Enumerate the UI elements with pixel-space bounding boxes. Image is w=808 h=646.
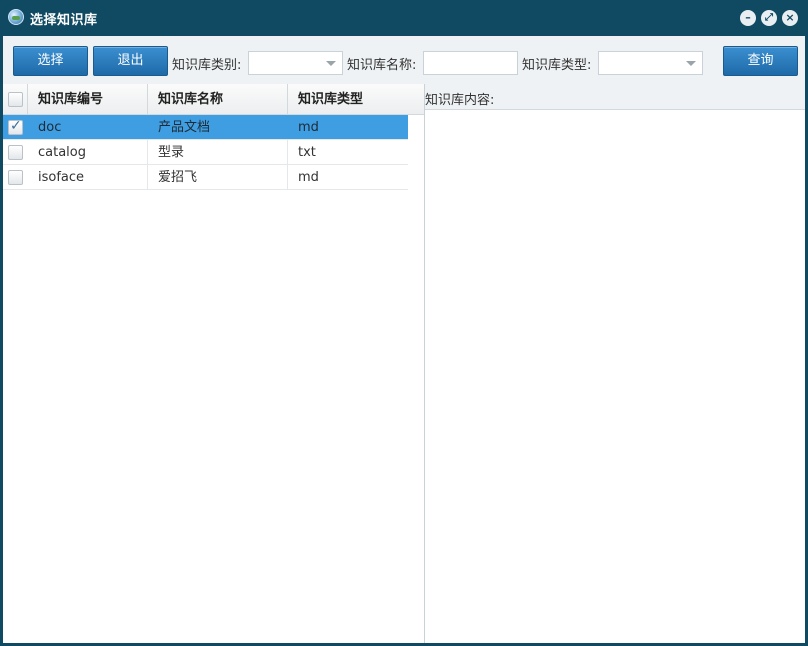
maximize-icon[interactable]: ⤢ [761, 10, 777, 26]
exit-button[interactable]: 退出 [93, 46, 168, 76]
content-area[interactable] [425, 110, 805, 643]
table-row[interactable]: doc 产品文档 md [3, 115, 408, 140]
cell-name: 产品文档 [148, 115, 288, 139]
close-icon[interactable]: × [782, 10, 798, 26]
cell-type: txt [298, 145, 316, 160]
chevron-down-icon[interactable] [686, 61, 696, 66]
row-checkbox[interactable] [8, 118, 23, 135]
name-input[interactable] [423, 51, 518, 75]
select-all-cell [3, 84, 28, 115]
table-row[interactable]: catalog 型录 txt [3, 140, 408, 165]
category-select[interactable] [248, 51, 343, 75]
cell-type: md [298, 120, 319, 135]
cell-type: md [298, 170, 319, 185]
name-label: 知识库名称: [347, 58, 417, 73]
type-label: 知识库类型: [522, 58, 592, 73]
knowledge-base-grid: 知识库编号 知识库名称 知识库类型 doc 产品文档 md catalog 型录… [3, 84, 425, 643]
cell-name: 型录 [148, 140, 288, 164]
dialog-window: 选择知识库 – ⤢ × 选择 退出 知识库类别: 知识库名称: 知识库类型: 查… [0, 0, 808, 646]
window-title: 选择知识库 [30, 13, 98, 28]
row-checkbox[interactable] [8, 170, 23, 185]
column-header-type[interactable]: 知识库类型 [288, 84, 424, 115]
type-select[interactable] [598, 51, 703, 75]
content-panel: 知识库内容: [425, 84, 805, 643]
toolbar: 选择 退出 知识库类别: 知识库名称: 知识库类型: 查询 [3, 36, 805, 84]
cell-id: doc [28, 115, 148, 139]
chevron-down-icon[interactable] [326, 61, 336, 66]
content-panel-label: 知识库内容: [425, 93, 495, 108]
dialog-body: 选择 退出 知识库类别: 知识库名称: 知识库类型: 查询 知识库编号 知识库名… [3, 36, 805, 643]
content-panel-header: 知识库内容: [425, 84, 805, 110]
column-header-id[interactable]: 知识库编号 [28, 84, 148, 115]
cell-id: isoface [28, 165, 148, 189]
grid-header: 知识库编号 知识库名称 知识库类型 [3, 84, 424, 115]
category-label: 知识库类别: [172, 58, 242, 73]
table-row[interactable]: isoface 爱招飞 md [3, 165, 408, 190]
column-header-name[interactable]: 知识库名称 [148, 84, 288, 115]
minimize-icon[interactable]: – [740, 10, 756, 26]
select-all-checkbox[interactable] [8, 92, 23, 107]
cell-name: 爱招飞 [148, 165, 288, 189]
query-button[interactable]: 查询 [723, 46, 798, 76]
row-checkbox[interactable] [8, 145, 23, 160]
select-button[interactable]: 选择 [13, 46, 88, 76]
cell-id: catalog [28, 140, 148, 164]
title-bar[interactable]: 选择知识库 – ⤢ × [0, 0, 808, 36]
globe-icon [8, 9, 24, 25]
